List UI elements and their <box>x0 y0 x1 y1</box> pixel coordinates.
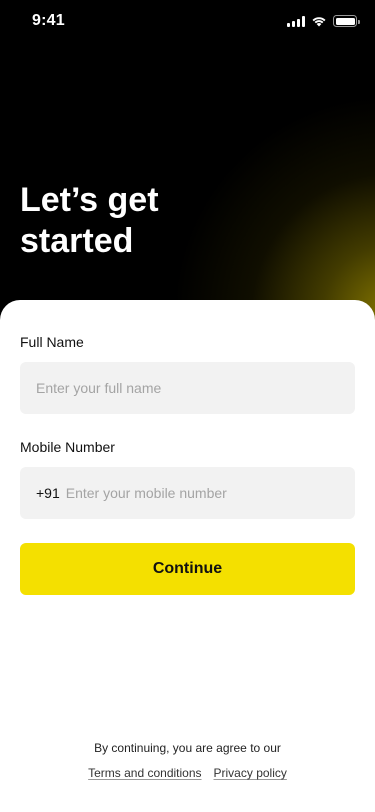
mobile-number-field: +91 <box>20 467 355 519</box>
mobile-number-label: Mobile Number <box>20 439 115 455</box>
terms-link[interactable]: Terms and conditions <box>88 766 201 780</box>
consent-text: By continuing, you are agree to our <box>94 741 281 755</box>
mobile-number-input[interactable] <box>65 485 339 501</box>
status-time: 9:41 <box>32 12 65 29</box>
cellular-signal-icon <box>287 15 305 27</box>
status-icons <box>287 15 360 27</box>
full-name-field <box>20 362 355 414</box>
form-sheet: Full Name Mobile Number +91 Continue By … <box>0 300 375 812</box>
privacy-policy-link[interactable]: Privacy policy <box>214 766 287 780</box>
wifi-icon <box>312 17 326 27</box>
consent-footer: By continuing, you are agree to our Term… <box>0 741 375 780</box>
hero-section: 9:41 Let’s get started <box>0 0 375 330</box>
full-name-label: Full Name <box>20 334 84 350</box>
battery-icon <box>333 15 360 27</box>
status-bar: 9:41 <box>0 0 375 44</box>
legal-links: Terms and conditions Privacy policy <box>0 766 375 780</box>
page-title: Let’s get started <box>20 181 159 260</box>
full-name-input[interactable] <box>36 380 339 396</box>
continue-button[interactable]: Continue <box>20 543 355 595</box>
country-code-prefix: +91 <box>36 485 60 501</box>
